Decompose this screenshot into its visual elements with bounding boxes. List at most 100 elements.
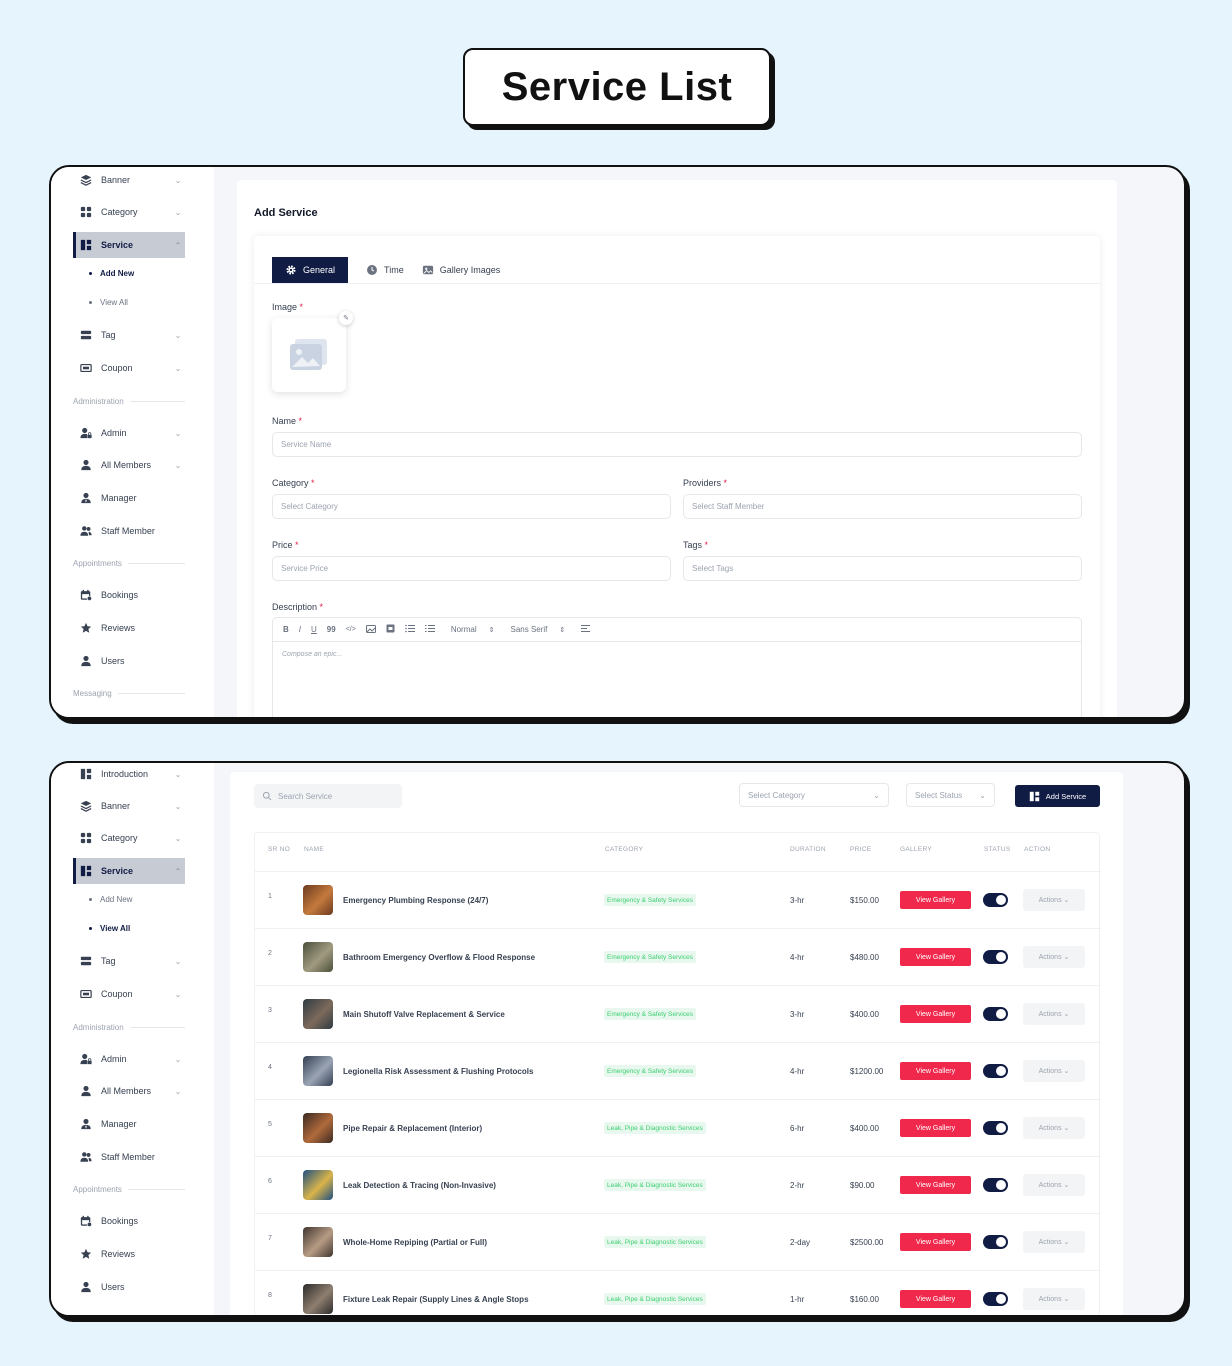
sidebar-item-bookings[interactable]: Bookings <box>73 582 185 608</box>
column-header-duration[interactable]: DURATION <box>790 846 826 853</box>
pencil-icon[interactable]: ✎ <box>339 311 353 325</box>
view-gallery-button[interactable]: View Gallery <box>900 1062 971 1080</box>
providers-select[interactable]: Select Staff Member <box>683 494 1082 519</box>
add-service-button[interactable]: Add Service <box>1015 785 1100 807</box>
category-select[interactable]: Select Category <box>272 494 671 519</box>
actions-dropdown[interactable]: Actions ⌄ <box>1023 1231 1085 1253</box>
actions-dropdown[interactable]: Actions ⌄ <box>1023 946 1085 968</box>
row-service-name[interactable]: Whole-Home Repiping (Partial or Full) <box>343 1238 487 1247</box>
sidebar-item-reviews[interactable]: Reviews <box>73 1241 185 1267</box>
video-insert-icon[interactable] <box>386 624 395 635</box>
status-toggle[interactable] <box>983 1292 1008 1306</box>
sidebar-item-all-members[interactable]: All Members ⌄ <box>73 1078 185 1104</box>
tags-select[interactable]: Select Tags <box>683 556 1082 581</box>
row-service-name[interactable]: Leak Detection & Tracing (Non-Invasive) <box>343 1181 496 1190</box>
bullet-list-icon[interactable] <box>424 624 435 635</box>
row-service-name[interactable]: Main Shutoff Valve Replacement & Service <box>343 1010 505 1019</box>
sidebar-item-service[interactable]: Service ⌃ <box>73 232 185 258</box>
underline-button[interactable]: U <box>311 625 317 634</box>
sidebar-item-reviews[interactable]: Reviews <box>73 615 185 641</box>
service-name-input[interactable]: Service Name <box>272 432 1082 457</box>
category-filter-select[interactable]: Select Category ⌄ <box>739 783 889 807</box>
italic-button[interactable]: I <box>299 625 301 634</box>
ordered-list-icon[interactable] <box>405 624 415 635</box>
row-service-name[interactable]: Emergency Plumbing Response (24/7) <box>343 896 488 905</box>
calendar-icon <box>79 1214 93 1228</box>
row-service-name[interactable]: Fixture Leak Repair (Supply Lines & Angl… <box>343 1295 529 1304</box>
column-header-name[interactable]: NAME <box>304 846 324 853</box>
code-button[interactable]: </> <box>346 626 356 633</box>
sidebar-item-introduction[interactable]: Introduction ⌄ <box>73 761 185 787</box>
status-toggle[interactable] <box>983 1121 1008 1135</box>
sidebar-sub-view-all[interactable]: View All <box>89 293 128 311</box>
status-toggle[interactable] <box>983 1235 1008 1249</box>
table-row: 4 Legionella Risk Assessment & Flushing … <box>255 1042 1101 1099</box>
view-gallery-button[interactable]: View Gallery <box>900 1290 971 1308</box>
row-service-name[interactable]: Pipe Repair & Replacement (Interior) <box>343 1124 482 1133</box>
tab-gallery-images[interactable]: Gallery Images <box>422 257 500 283</box>
sidebar-sub-view-all[interactable]: View All <box>89 919 130 937</box>
sidebar-item-manager[interactable]: Manager <box>73 485 185 511</box>
tab-general[interactable]: General <box>272 257 349 283</box>
view-gallery-button[interactable]: View Gallery <box>900 1233 971 1251</box>
view-gallery-button[interactable]: View Gallery <box>900 1176 971 1194</box>
search-input[interactable]: Search Service <box>254 784 402 808</box>
actions-dropdown[interactable]: Actions ⌄ <box>1023 1288 1085 1310</box>
actions-dropdown[interactable]: Actions ⌄ <box>1023 1060 1085 1082</box>
sidebar-sub-add-new[interactable]: Add New <box>89 890 132 908</box>
row-service-name[interactable]: Bathroom Emergency Overflow & Flood Resp… <box>343 953 535 962</box>
sidebar-item-manager[interactable]: Manager <box>73 1111 185 1137</box>
sidebar-sub-add-new[interactable]: Add New <box>89 264 134 282</box>
actions-dropdown[interactable]: Actions ⌄ <box>1023 1117 1085 1139</box>
status-toggle[interactable] <box>983 1178 1008 1192</box>
price-input[interactable]: Service Price <box>272 556 671 581</box>
sidebar-item-staff-member[interactable]: Staff Member <box>73 1144 185 1170</box>
actions-dropdown[interactable]: Actions ⌄ <box>1023 1174 1085 1196</box>
view-gallery-button[interactable]: View Gallery <box>900 1005 971 1023</box>
status-toggle[interactable] <box>983 950 1008 964</box>
sidebar-item-tag[interactable]: Tag ⌄ <box>73 322 185 348</box>
editor-content[interactable]: Compose an epic... <box>273 642 1081 667</box>
sidebar-item-admin[interactable]: Admin ⌄ <box>73 1046 185 1072</box>
sidebar-item-coupon[interactable]: Coupon ⌄ <box>73 981 185 1007</box>
tab-time[interactable]: Time <box>366 257 404 283</box>
column-header-category[interactable]: CATEGORY <box>605 846 643 853</box>
table-row: 7 Whole-Home Repiping (Partial or Full) … <box>255 1213 1101 1270</box>
sidebar-item-category[interactable]: Category ⌄ <box>73 825 185 851</box>
view-gallery-button[interactable]: View Gallery <box>900 948 971 966</box>
actions-dropdown[interactable]: Actions ⌄ <box>1023 889 1085 911</box>
sidebar-item-banner[interactable]: Banner ⌄ <box>73 167 185 193</box>
status-filter-select[interactable]: Select Status ⌄ <box>906 783 995 807</box>
sidebar-item-banner[interactable]: Banner ⌄ <box>73 793 185 819</box>
sidebar-item-service[interactable]: Service ⌃ <box>73 858 185 884</box>
sidebar-item-admin[interactable]: Admin ⌄ <box>73 420 185 446</box>
view-gallery-button[interactable]: View Gallery <box>900 1119 971 1137</box>
sidebar-item-bookings[interactable]: Bookings <box>73 1208 185 1234</box>
status-toggle[interactable] <box>983 1064 1008 1078</box>
sidebar-item-staff-member[interactable]: Staff Member <box>73 518 185 544</box>
status-toggle[interactable] <box>983 1007 1008 1021</box>
actions-dropdown[interactable]: Actions ⌄ <box>1023 1003 1085 1025</box>
sidebar-item-users[interactable]: Users <box>73 648 185 674</box>
sidebar-item-users[interactable]: Users <box>73 1274 185 1300</box>
column-header-price[interactable]: PRICE <box>850 846 871 853</box>
users-icon <box>79 524 93 538</box>
sidebar-item-all-members[interactable]: All Members ⌄ <box>73 452 185 478</box>
layers-icon <box>79 799 93 813</box>
bold-button[interactable]: B <box>283 625 289 634</box>
category-badge: Leak, Pipe & Diagnostic Services <box>604 1122 706 1134</box>
row-service-name[interactable]: Legionella Risk Assessment & Flushing Pr… <box>343 1067 533 1076</box>
column-header-sr-no: SR NO <box>268 846 291 853</box>
quote-button[interactable]: 99 <box>327 625 336 634</box>
image-insert-icon[interactable] <box>365 624 376 635</box>
status-toggle[interactable] <box>983 893 1008 907</box>
sidebar-item-tag[interactable]: Tag ⌄ <box>73 948 185 974</box>
image-upload[interactable] <box>272 318 346 392</box>
text-size-select[interactable]: Normal ⇕ <box>451 625 495 634</box>
view-gallery-button[interactable]: View Gallery <box>900 891 971 909</box>
image-icon <box>422 264 434 276</box>
align-icon[interactable] <box>581 624 591 635</box>
sidebar-item-category[interactable]: Category ⌄ <box>73 199 185 225</box>
sidebar-item-coupon[interactable]: Coupon ⌄ <box>73 355 185 381</box>
font-family-select[interactable]: Sans Serif ⇕ <box>510 625 565 634</box>
